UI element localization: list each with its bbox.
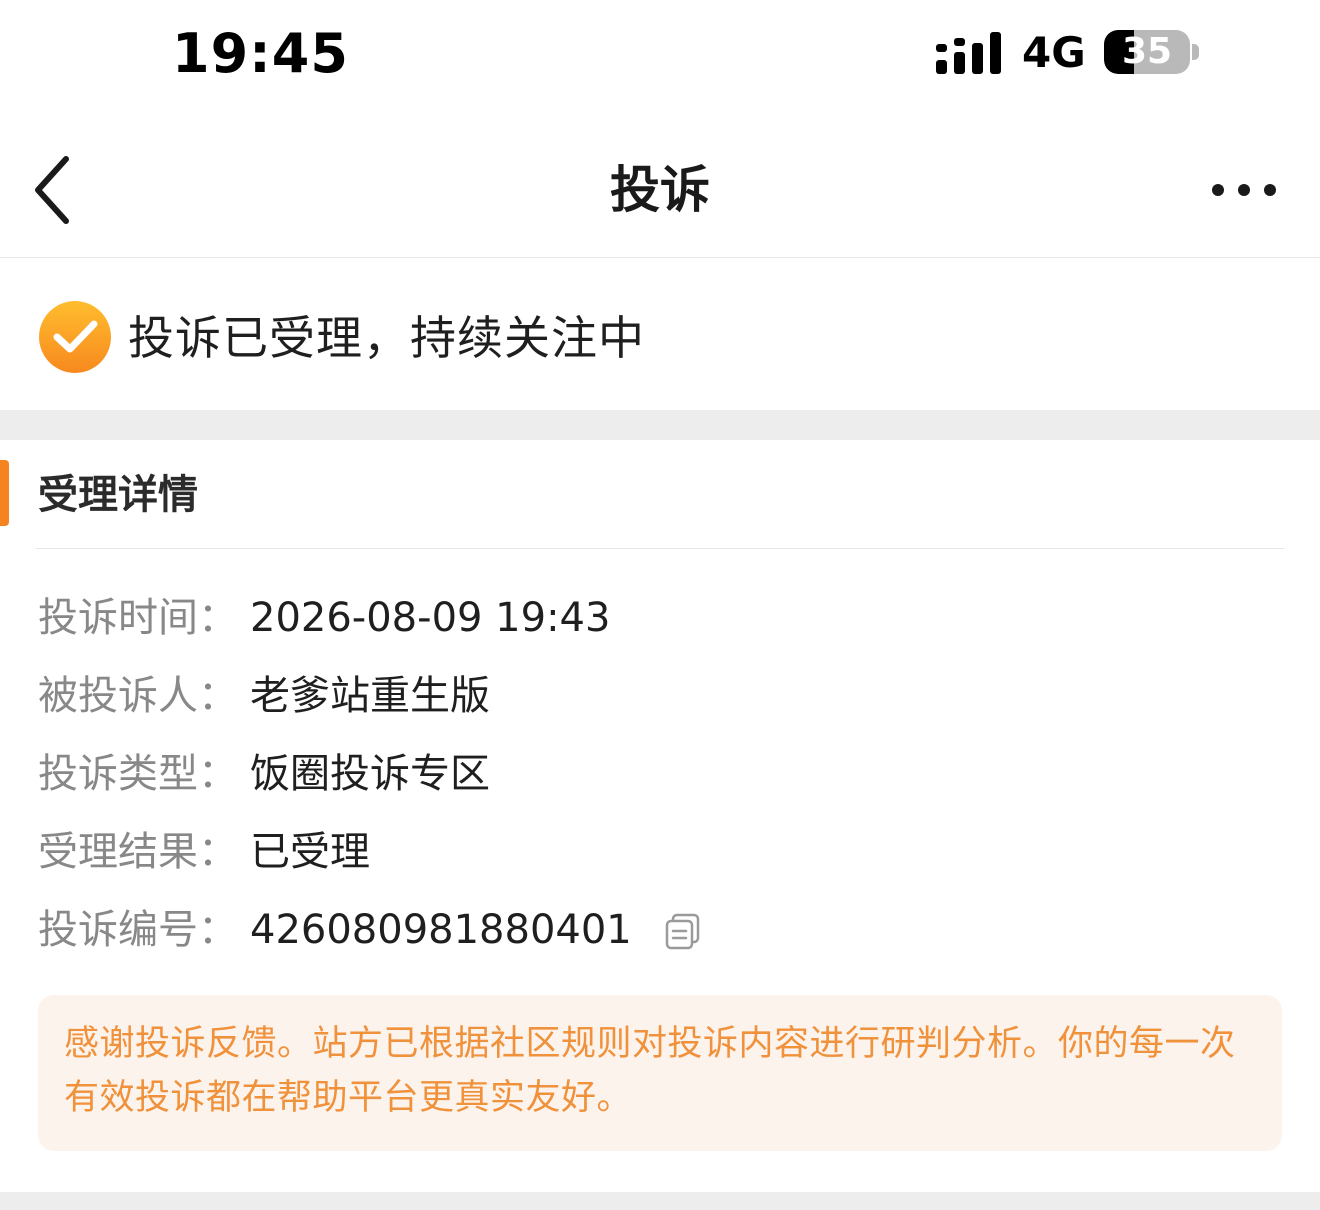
section-accent-bar	[0, 460, 9, 526]
detail-value: 饭圈投诉专区	[250, 751, 490, 797]
copy-icon[interactable]	[664, 912, 702, 950]
battery-cap	[1192, 44, 1199, 60]
status-bar: 19:45 4G 35	[0, 0, 1320, 108]
page-title: 投诉	[610, 161, 710, 219]
notice-box: 感谢投诉反馈。站方已根据社区规则对投诉内容进行研判分析。你的每一次有效投诉都在帮…	[38, 995, 1282, 1151]
section-gap	[0, 410, 1320, 440]
nav-bar: 投诉	[0, 108, 1320, 258]
status-time: 19:45	[172, 22, 349, 85]
detail-value: 老爹站重生版	[250, 673, 490, 719]
section-title: 受理详情	[38, 472, 198, 518]
check-circle-icon	[39, 301, 111, 373]
battery-percent: 35	[1121, 31, 1173, 72]
detail-label: 受理结果：	[38, 829, 238, 875]
detail-value: 已受理	[250, 829, 370, 875]
section-gap	[0, 1192, 1320, 1210]
battery-icon: 35	[1104, 30, 1190, 74]
details-card: 受理详情 投诉时间： 2026-08-09 19:43 被投诉人： 老爹站重生版…	[0, 440, 1320, 1192]
detail-label: 被投诉人：	[38, 673, 238, 719]
detail-value: 2026-08-09 19:43	[250, 595, 611, 641]
more-dots-icon[interactable]	[1202, 170, 1286, 210]
detail-row-number: 投诉编号： 426080981880401	[38, 902, 738, 958]
divider	[36, 548, 1284, 549]
network-type: 4G	[1022, 28, 1086, 77]
detail-label: 投诉时间：	[38, 595, 238, 641]
detail-label: 投诉类型：	[38, 751, 238, 797]
signal-icon	[936, 32, 1001, 74]
detail-label: 投诉编号：	[38, 907, 238, 953]
status-text: 投诉已受理，持续关注中	[128, 311, 645, 365]
status-banner: 投诉已受理，持续关注中	[0, 258, 1320, 410]
detail-value: 426080981880401	[250, 907, 632, 953]
